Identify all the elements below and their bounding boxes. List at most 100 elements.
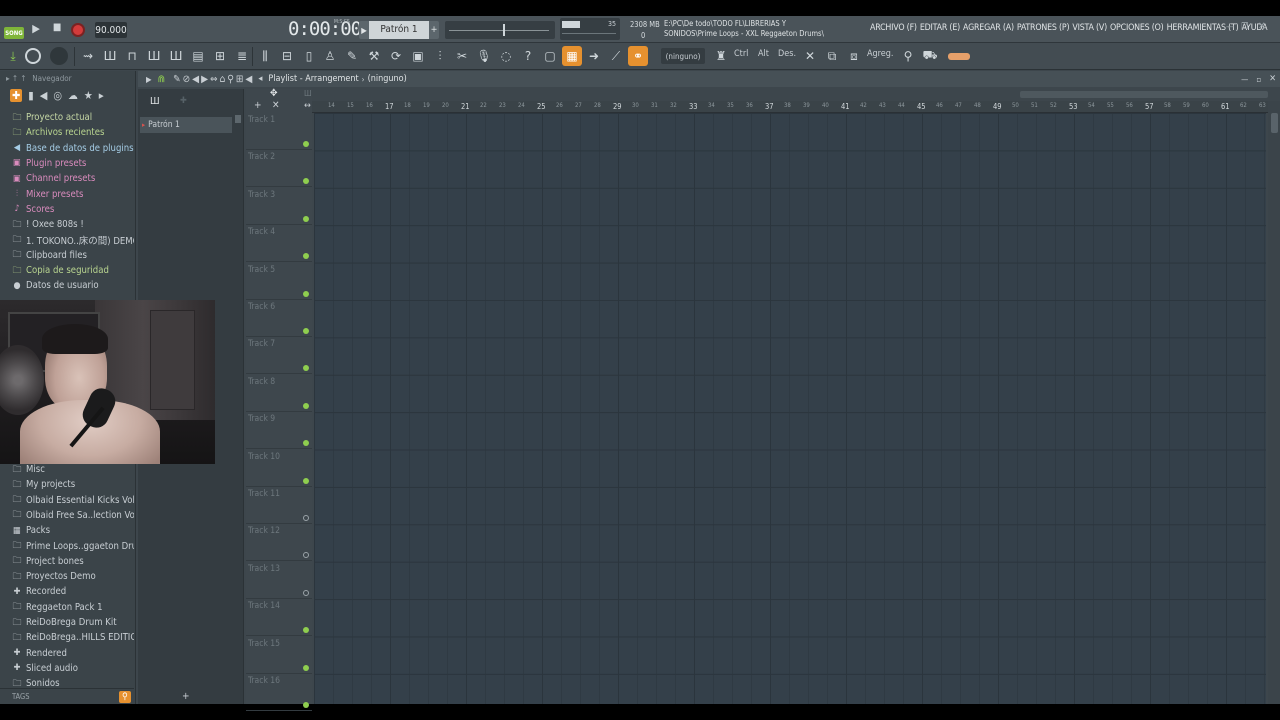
chat-icon[interactable]: ◌ <box>496 46 516 66</box>
browser-item[interactable]: 🗀 Sonidos <box>0 676 134 688</box>
browser-item[interactable]: 🗀 1. TOKONO..床の間) DEMO <box>0 232 134 247</box>
blend-notes-icon[interactable]: ⊓ <box>122 46 142 66</box>
playlist-pattern-icon[interactable]: Ш <box>304 89 312 98</box>
browser-item[interactable]: 🗀 Proyecto actual <box>0 110 134 125</box>
playlist-close-icon[interactable]: ✕ <box>1269 74 1276 84</box>
menu-item[interactable]: OPCIONES (O) <box>1110 23 1164 37</box>
wrench-icon[interactable]: ⚒ <box>364 46 384 66</box>
track-mute-icon[interactable] <box>303 702 309 708</box>
record-button[interactable] <box>71 23 85 37</box>
track-mute-icon[interactable] <box>303 253 309 260</box>
track-mute-icon[interactable] <box>303 515 309 521</box>
playlist-play-icon[interactable]: ▶ <box>146 75 152 84</box>
browser-item[interactable]: ✚ Sliced audio <box>0 661 134 676</box>
browser-item[interactable]: ▣ Channel presets <box>0 171 134 186</box>
menu-item[interactable]: ARCHIVO (F) <box>870 23 917 37</box>
playlist-maximize-icon[interactable]: ▫ <box>1256 75 1261 84</box>
preset-selector[interactable]: (ninguno) <box>661 48 705 64</box>
arrow-right-icon[interactable]: ➜ <box>584 46 604 66</box>
browser-item[interactable]: ▣ Plugin presets <box>0 156 134 171</box>
remove-track-icon[interactable]: ✕ <box>272 100 280 111</box>
track-header[interactable]: Track 11 <box>246 487 312 524</box>
tags-search-icon[interactable]: ⚲ <box>119 690 131 703</box>
countdown-icon[interactable]: Ш <box>166 46 186 66</box>
mixer-view-icon[interactable]: ▤ <box>188 46 208 66</box>
typing-keyboard-icon[interactable]: Ш <box>144 46 164 66</box>
vertical-scrollbar[interactable] <box>1268 101 1280 704</box>
browser-item[interactable]: 🗀 ReiDoBrega Drum Kit <box>0 615 134 630</box>
browser-item[interactable]: 🗀 Clipboard files <box>0 248 134 263</box>
paste-icon[interactable]: ⧈ <box>844 46 864 66</box>
browser-all-icon[interactable]: ✚ <box>10 88 23 102</box>
add-pattern-icon[interactable]: + <box>182 691 190 702</box>
file-icon[interactable]: ▯ <box>299 46 319 66</box>
track-mute-icon[interactable] <box>303 664 309 671</box>
channel-rack-icon[interactable]: ⫼ <box>255 46 275 66</box>
add-track-icon[interactable]: + <box>254 100 262 111</box>
track-mute-icon[interactable] <box>303 365 309 372</box>
play-button[interactable]: ▶ <box>28 22 44 38</box>
track-header[interactable]: Track 16 <box>246 674 312 711</box>
browser-item[interactable]: 🗀 ! Oxee 808s ! <box>0 217 134 232</box>
mixer-icon[interactable]: ⫶ <box>430 46 450 66</box>
scissors-icon[interactable]: ✂ <box>452 46 472 66</box>
restore-icon[interactable]: ❐ <box>1241 22 1248 32</box>
refresh-icon[interactable]: ⟳ <box>386 46 406 66</box>
plugin-picker-icon[interactable]: ♙ <box>320 46 340 66</box>
pattern-picker-icon[interactable]: ⊟ <box>277 46 297 66</box>
browser-item[interactable]: ♪ Scores <box>0 202 134 217</box>
piano-roll-view-icon[interactable]: ≣ <box>232 46 252 66</box>
typing-to-piano-icon[interactable]: ▦ <box>562 46 582 66</box>
browser-item[interactable]: ▦ Packs <box>0 523 134 538</box>
track-header[interactable]: Track 14 <box>246 599 312 637</box>
menu-item[interactable]: PATRONES (P) <box>1017 23 1070 37</box>
browser-item[interactable]: 🗀 Copia de seguridad <box>0 263 134 278</box>
alt-button[interactable]: Alt <box>758 49 769 59</box>
track-mute-icon[interactable] <box>303 477 309 484</box>
track-mute-icon[interactable] <box>303 627 309 634</box>
menu-item[interactable]: VISTA (V) <box>1072 23 1107 37</box>
browser-cloud-icon[interactable]: ☁ <box>68 89 78 102</box>
browser-item[interactable]: ● Datos de usuario <box>0 278 134 293</box>
browser-item[interactable]: ◀ Base de datos de plugins <box>0 141 134 156</box>
brush-icon[interactable]: ✎ <box>342 46 362 66</box>
track-mute-icon[interactable] <box>303 589 309 596</box>
playlist-view-icon[interactable]: ⊞ <box>210 46 230 66</box>
browser-plugin-icon[interactable]: ◎ <box>53 89 62 102</box>
help-icon[interactable]: ? <box>518 46 538 66</box>
save-icon[interactable]: ▣ <box>408 46 428 66</box>
browser-item[interactable]: 🗀 Project bones <box>0 554 134 569</box>
browser-file-icon[interactable]: ▮ <box>28 89 33 102</box>
track-mute-icon[interactable] <box>303 328 309 334</box>
track-mute-icon[interactable] <box>303 178 309 185</box>
pattern-picker-icon[interactable]: Ш <box>150 96 160 107</box>
track-header[interactable]: Track 2 <box>246 150 312 188</box>
browser-back-icon[interactable]: ◀ <box>40 89 48 102</box>
browser-item[interactable]: 🗀 Prime Loops..ggaeton Drums <box>0 539 134 554</box>
browser-item[interactable]: 🗀 Olbaid Free Sa..lection Vol. 1 <box>0 508 134 523</box>
resize-icon[interactable]: ↔ <box>304 101 311 111</box>
master-volume-slider[interactable] <box>445 21 555 39</box>
track-header[interactable]: Track 7 <box>246 337 312 375</box>
browser-item[interactable]: ✚ Recorded <box>0 584 134 599</box>
pattern-selector[interactable]: ▶ Patrón 1 + <box>359 21 439 39</box>
stop-button[interactable]: ■ <box>50 22 64 38</box>
menu-item[interactable]: EDITAR (E) <box>920 23 960 37</box>
deselect-button[interactable]: Des. <box>778 49 796 59</box>
browser-item[interactable]: 🗀 Proyectos Demo <box>0 569 134 584</box>
browser-arrows-icon[interactable]: ▸ ↑ ↑ <box>6 74 26 83</box>
track-header[interactable]: Track 6 <box>246 300 312 337</box>
track-header[interactable]: Track 5 <box>246 263 312 300</box>
pattern-list-item[interactable]: ▸ Patrón 1 <box>140 117 232 133</box>
browser-item[interactable]: ⫶ Mixer presets <box>0 187 134 202</box>
link-icon[interactable]: ⚭ <box>628 46 648 66</box>
master-pitch-knob-icon[interactable] <box>50 47 68 65</box>
track-mute-icon[interactable] <box>303 440 309 447</box>
menu-item[interactable]: AGREGAR (A) <box>963 23 1014 37</box>
browser-item[interactable]: 🗀 Archivos recientes <box>0 125 134 140</box>
track-mute-icon[interactable] <box>303 290 309 297</box>
copy-icon[interactable]: ⧉ <box>822 46 842 66</box>
playlist-grid[interactable] <box>314 113 1266 704</box>
track-header[interactable]: Track 13 <box>246 562 312 599</box>
tuner-icon[interactable]: ⚲ <box>898 46 918 66</box>
